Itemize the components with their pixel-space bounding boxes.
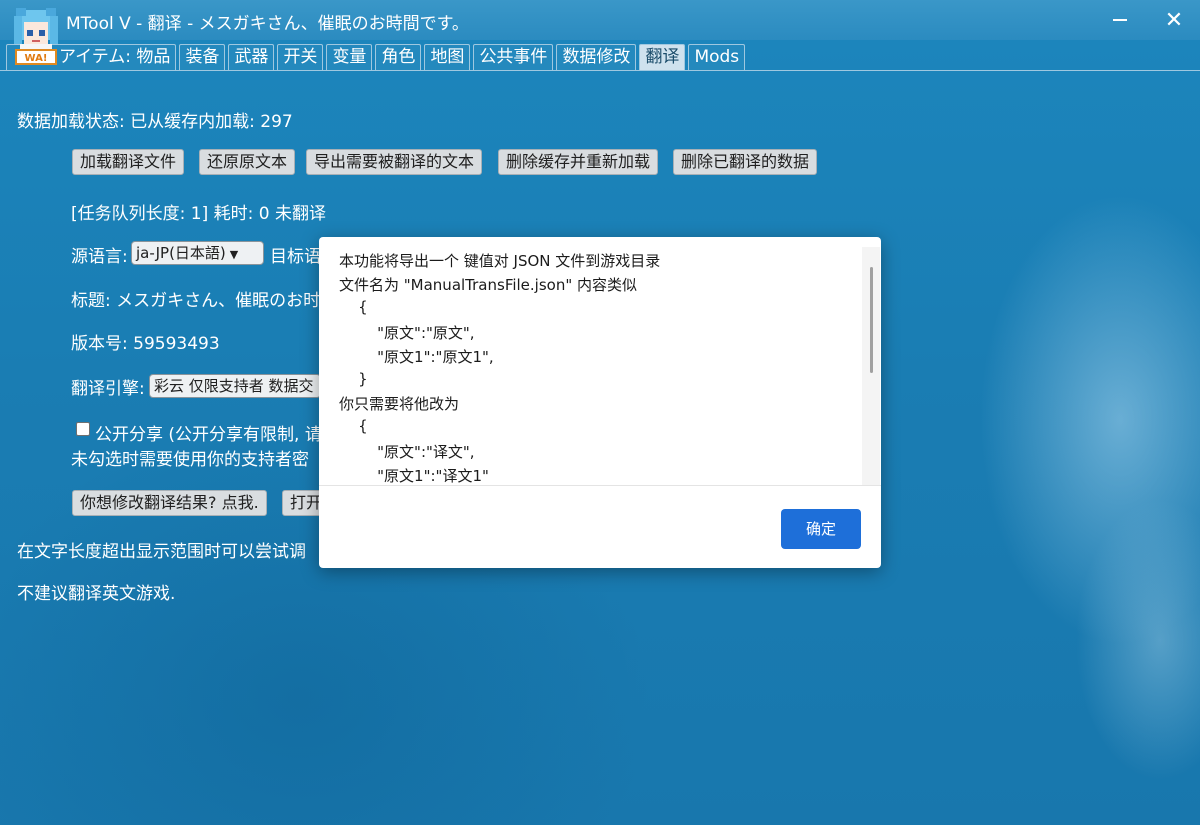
tab-divider [0,70,1200,71]
engine-value: 彩云 仅限支持者 数据交 [154,377,314,395]
tab-maps[interactable]: 地图 [424,44,471,70]
tab-translate[interactable]: 翻译 [639,44,686,70]
target-lang-label: 目标语 [270,247,321,267]
tab-equipment[interactable]: 装备 [179,44,226,70]
dialog-line: { [339,298,368,316]
tab-switches[interactable]: 开关 [277,44,324,70]
tab-mods[interactable]: Mods [688,44,746,70]
chevron-down-icon: ▼ [229,248,239,261]
queue-status: [任务队列长度: 1] 耗时: 0 未翻译 [71,204,326,224]
dialog-line: 你只需要将他改为 [339,395,460,413]
dialog-line: } [339,370,368,388]
source-lang-label: 源语言: [71,247,128,267]
dialog-scrollbar-thumb[interactable] [870,267,873,373]
app-avatar-icon: WA! [14,8,58,65]
dialog-body: 本功能将导出一个 键值对 JSON 文件到游戏目录 文件名为 "ManualTr… [319,237,881,486]
tab-actors[interactable]: 角色 [375,44,422,70]
engine-label: 翻译引擎: [71,379,145,399]
public-share-checkbox[interactable] [76,422,90,436]
tab-bar: アイテム: 物品 装备 武器 开关 变量 角色 地图 公共事件 数据修改 翻译 … [6,44,746,71]
engine-select[interactable]: 彩云 仅限支持者 数据交 [149,374,321,398]
restore-original-button[interactable]: 还原原文本 [199,149,296,175]
load-translation-file-button[interactable]: 加载翻译文件 [72,149,185,175]
dialog-line: { [339,417,368,435]
close-button[interactable]: ✕ [1146,0,1200,40]
dialog-line: "原文":"原文", [339,324,475,342]
game-title: 标题: メスガキさん、催眠のお时 [71,291,321,311]
tab-common-events[interactable]: 公共事件 [473,44,554,70]
svg-text:WA!: WA! [25,53,48,64]
source-lang-select[interactable]: ja-JP(日本語) ▼ [131,241,264,265]
share-note: 未勾选时需要使用你的支持者密 [71,450,309,470]
length-hint: 在文字长度超出显示范围时可以尝试调 [17,542,306,562]
version-number: 版本号: 59593493 [71,334,220,354]
tab-weapons[interactable]: 武器 [228,44,275,70]
minimize-button[interactable] [1092,0,1148,40]
ok-button[interactable]: 确定 [781,509,861,549]
dialog-line: "原文1":"译文1" [339,467,489,485]
export-text-button[interactable]: 导出需要被翻译的文本 [306,149,483,175]
modify-translation-button[interactable]: 你想修改翻译结果? 点我. [72,490,267,516]
tab-data-edit[interactable]: 数据修改 [556,44,637,70]
title-bar: MTool V - 翻译 - メスガキさん、催眠のお時間です。 ✕ [0,0,1200,40]
dialog-line: "原文":"译文", [339,443,475,461]
dialog-line: 文件名为 "ManualTransFile.json" 内容类似 [339,276,638,294]
dialog-line: 本功能将导出一个 键值对 JSON 文件到游戏目录 [339,252,661,270]
app-window: MTool V - 翻译 - メスガキさん、催眠のお時間です。 ✕ WA! アイ… [0,0,1200,825]
minimize-icon [1113,19,1127,21]
load-status: 数据加载状态: 已从缓存内加载: 297 [17,112,293,132]
close-icon: ✕ [1164,7,1184,33]
dialog-line: "原文1":"原文1", [339,348,494,366]
public-share-label: 公开分享 (公开分享有限制, 请 [95,425,322,445]
export-dialog: 本功能将导出一个 键值对 JSON 文件到游戏目录 文件名为 "ManualTr… [319,237,881,568]
window-title: MTool V - 翻译 - メスガキさん、催眠のお時間です。 [66,14,469,34]
source-lang-value: ja-JP(日本語) [136,244,226,262]
english-hint: 不建议翻译英文游戏. [17,584,176,604]
delete-translated-button[interactable]: 删除已翻译的数据 [673,149,818,175]
clear-cache-reload-button[interactable]: 删除缓存并重新加载 [498,149,659,175]
tab-variables[interactable]: 变量 [326,44,373,70]
